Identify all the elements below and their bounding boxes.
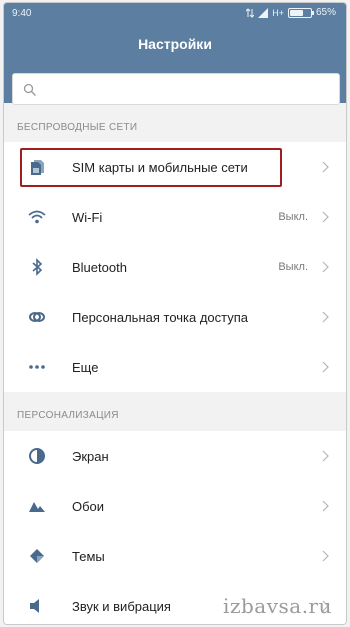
hotspot-icon (29, 312, 45, 322)
chevron-right-icon (322, 500, 329, 512)
wifi-icon (28, 210, 46, 224)
data-transfer-icon (246, 7, 255, 18)
chevron-right-icon (322, 211, 329, 223)
network-type: H+ (272, 7, 284, 18)
search-icon (23, 83, 36, 96)
settings-item-value: Выкл. (278, 261, 308, 273)
settings-item-label: Экран (72, 448, 109, 464)
more-icon (29, 365, 45, 369)
battery-level (289, 9, 303, 16)
status-time: 9:40 (12, 8, 32, 19)
settings-item-value: Выкл. (278, 211, 308, 223)
sim-cards-icon (31, 160, 44, 175)
settings-item-hotspot[interactable]: Персональная точка доступа (4, 292, 346, 342)
settings-item-display[interactable]: Экран (4, 431, 346, 481)
battery-percent: 65% (315, 7, 336, 18)
themes-icon (30, 549, 44, 563)
settings-item-sim[interactable]: SIM карты и мобильные сети (4, 142, 346, 192)
settings-screen: 9:40 H+ 65% Настройки БЕСПРОВОДНЫЕ СЕТИ … (3, 2, 347, 625)
settings-item-wifi[interactable]: Wi-Fi Выкл. (4, 192, 346, 242)
display-icon (29, 448, 45, 464)
settings-item-bluetooth[interactable]: Bluetooth Выкл. (4, 242, 346, 292)
chevron-right-icon (322, 450, 329, 462)
settings-item-label: Wi-Fi (72, 209, 103, 225)
chevron-right-icon (322, 311, 329, 323)
battery-icon (287, 7, 314, 18)
section-header-personalization: ПЕРСОНАЛИЗАЦИЯ (17, 410, 119, 421)
page-title: Настройки (138, 36, 212, 52)
settings-item-label: Звук и вибрация (72, 598, 171, 614)
search-input[interactable] (41, 80, 331, 100)
search-field[interactable] (12, 73, 340, 105)
settings-item-label: SIM карты и мобильные сети (72, 159, 248, 175)
settings-item-wallpaper[interactable]: Обои (4, 481, 346, 531)
wallpaper-icon (29, 502, 45, 512)
settings-item-label: Персональная точка доступа (72, 309, 249, 325)
sound-icon (30, 599, 39, 613)
settings-item-label: Еще (72, 359, 99, 375)
settings-item-label: Bluetooth (72, 259, 127, 275)
status-indicators: H+ 65% (246, 7, 336, 18)
signal-icon (258, 7, 269, 18)
watermark: izbavsa.ru (223, 594, 332, 618)
wireless-section: SIM карты и мобильные сети Wi-Fi Выкл. B… (4, 142, 346, 392)
bluetooth-icon (32, 258, 43, 276)
chevron-right-icon (322, 550, 329, 562)
chevron-right-icon (322, 261, 329, 273)
settings-item-themes[interactable]: Темы (4, 531, 346, 581)
section-header-wireless: БЕСПРОВОДНЫЕ СЕТИ (17, 122, 138, 133)
settings-item-label: Темы (72, 548, 105, 564)
chevron-right-icon (322, 361, 329, 373)
chevron-right-icon (322, 161, 329, 173)
settings-item-more[interactable]: Еще (4, 342, 346, 392)
settings-item-label: Обои (72, 498, 105, 514)
status-bar: 9:40 H+ 65% (4, 3, 346, 25)
